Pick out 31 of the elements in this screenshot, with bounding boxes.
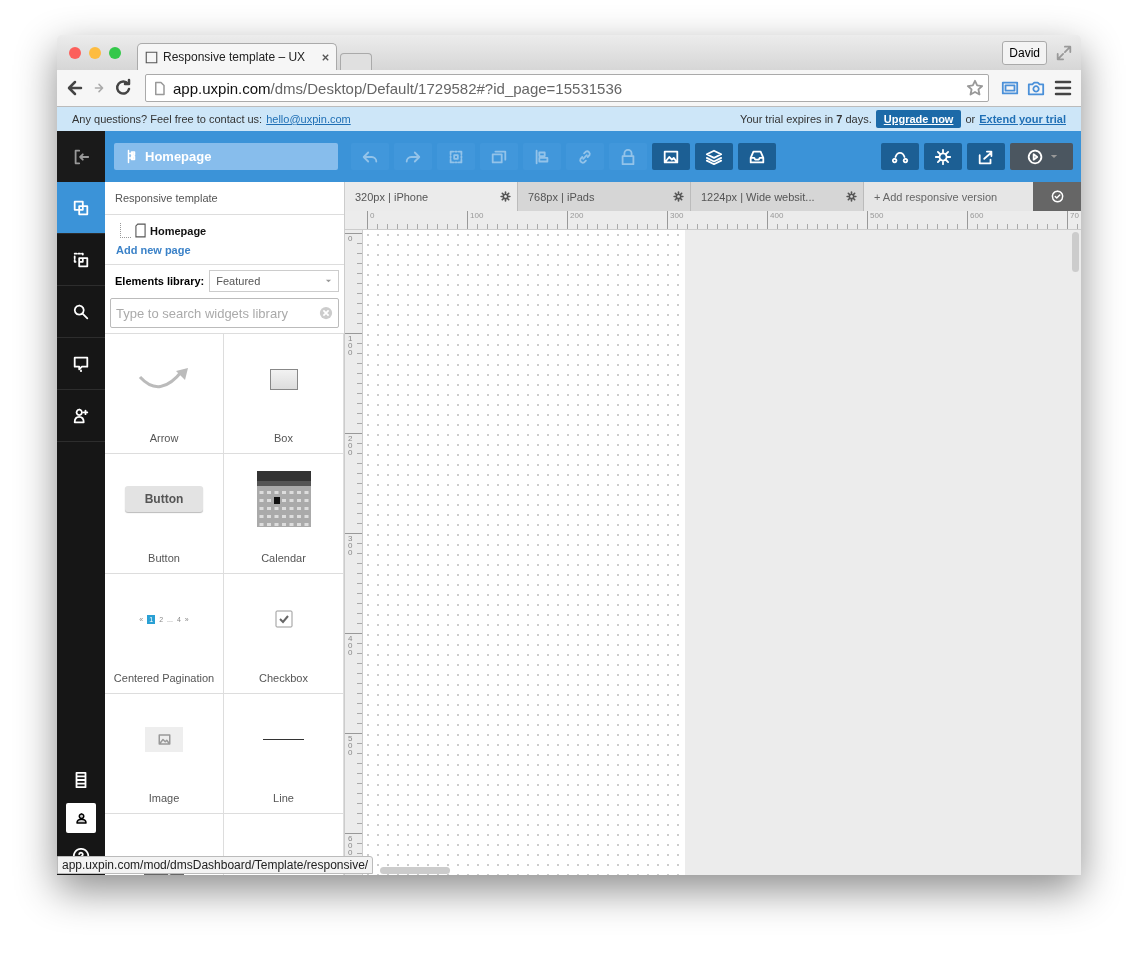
tab-title: Responsive template – UX xyxy=(163,50,307,64)
widget-label: Centered Pagination xyxy=(113,671,215,686)
widget-label: Button xyxy=(148,551,180,566)
ruler-label: 300 xyxy=(667,211,767,229)
url-text: app.uxpin.com/dms/Desktop/Default/1729582#?id_page=15531536 xyxy=(173,79,623,97)
ruler-label: 0 xyxy=(348,235,353,242)
ruler-label: 500 xyxy=(348,735,353,756)
or-text: or xyxy=(965,113,976,125)
ruler-label: 400 xyxy=(767,211,867,229)
button-preview: Button xyxy=(125,486,203,512)
ruler-label: 400 xyxy=(348,635,353,656)
ruler-label: 300 xyxy=(348,535,353,556)
ruler-label: 0 xyxy=(367,211,467,229)
ruler-label: 70 xyxy=(1067,211,1081,229)
ruler-label: 600 xyxy=(348,835,353,856)
ruler-label: 100 xyxy=(467,211,567,229)
widget-label: Line xyxy=(273,791,294,806)
ruler-label: 600 xyxy=(967,211,1067,229)
widget-label: Checkbox xyxy=(259,671,308,686)
ruler-label: 200 xyxy=(348,435,353,456)
ruler-label: 200 xyxy=(567,211,667,229)
ruler-label: 500 xyxy=(867,211,967,229)
contact-text: Any questions? Feel free to contact us: xyxy=(72,113,263,125)
library-label: Elements library: xyxy=(115,275,205,287)
widget-label: Image xyxy=(148,791,180,806)
trial-text: Your trial expires in 7 days. xyxy=(740,113,872,125)
widget-label: Arrow xyxy=(149,431,179,446)
project-title: Responsive template xyxy=(105,182,344,215)
ruler-label: 100 xyxy=(348,335,353,356)
widget-label: Box xyxy=(274,431,293,446)
widget-label: Calendar xyxy=(261,551,306,566)
